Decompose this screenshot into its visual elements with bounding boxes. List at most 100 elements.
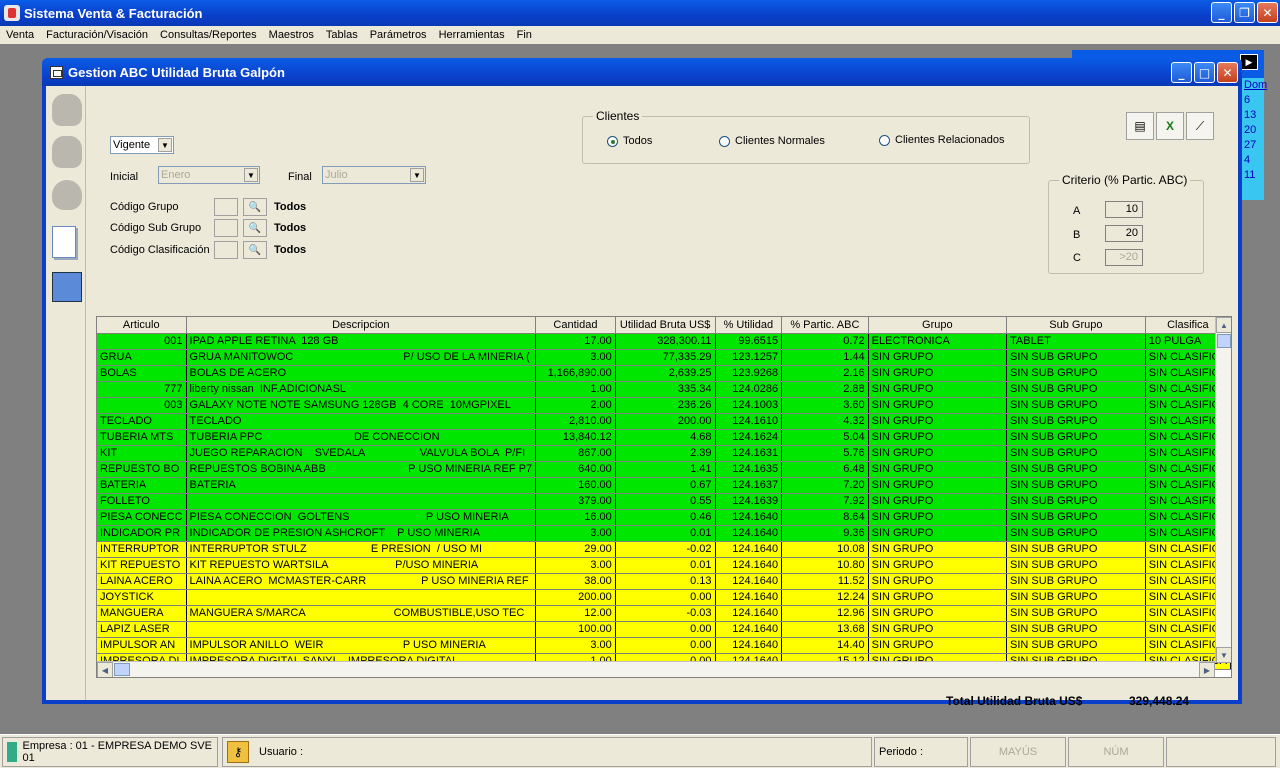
cell-utilidad[interactable]: 0.00 [615,637,716,654]
column-header[interactable]: Cantidad [535,317,616,334]
cell-descripcion[interactable]: GRUA MANITOWOC P/ USO DE LA MINERIA ( [186,349,537,366]
cell-articulo[interactable]: 001 [97,333,187,350]
cell-articulo[interactable]: 003 [97,397,187,414]
cell-subgrupo[interactable]: SIN SUB GRUPO [1006,413,1146,430]
chevron-down-icon[interactable]: ▼ [410,168,424,182]
cell-cantidad[interactable]: 16.00 [535,509,616,526]
table-row[interactable]: JOYSTICK 200.00 0.00 124.1640 12.24 SIN GRUPO… [97,589,1231,606]
table-row[interactable]: 001 IPAD APPLE RETINA 128 GB 17.00 328,300.… [97,333,1231,350]
table-row[interactable]: INTERRUPTOR INTERRUPTOR STULZ E PRESION /… [97,541,1231,558]
cell-articulo[interactable]: TUBERIA MTS [97,429,187,446]
codigo-clasif-input[interactable] [214,241,238,259]
menu-consultas[interactable]: Consultas/Reportes [154,29,263,41]
cell-pct_abc[interactable]: 5.76 [781,445,869,462]
cell-cantidad[interactable]: 3.00 [535,525,616,542]
calendar-next-icon[interactable]: ▶ [1240,54,1258,70]
cell-descripcion[interactable] [186,589,537,606]
cell-grupo[interactable]: SIN GRUPO [868,397,1008,414]
cell-pct_util[interactable]: 124.1640 [715,589,783,606]
calendar-day[interactable]: 13 [1244,108,1264,123]
cell-pct_util[interactable]: 124.1610 [715,413,783,430]
cell-articulo[interactable]: 777 [97,381,187,398]
cell-pct_abc[interactable]: 9.36 [781,525,869,542]
table-row[interactable]: LAPIZ LASER 100.00 0.00 124.1640 13.68 SIN GR… [97,621,1231,638]
cell-descripcion[interactable]: INTERRUPTOR STULZ E PRESION / USO MI [186,541,537,558]
cell-articulo[interactable]: LAINA ACERO [97,573,187,590]
radio-clientes-relacionados[interactable]: Clientes Relacionados [879,134,1004,146]
cell-cantidad[interactable]: 100.00 [535,621,616,638]
cell-cantidad[interactable]: 17.00 [535,333,616,350]
cell-utilidad[interactable]: 0.00 [615,621,716,638]
column-header[interactable]: Utilidad Bruta US$ [615,317,716,334]
cell-subgrupo[interactable]: SIN SUB GRUPO [1006,557,1146,574]
cell-articulo[interactable]: FOLLETO [97,493,187,510]
radio-circle[interactable] [879,134,890,146]
cell-descripcion[interactable]: PIESA CONECCION GOLTENS P USO MINERIA [186,509,537,526]
chevron-down-icon[interactable]: ▼ [158,138,172,152]
radio-clientes-normales[interactable]: Clientes Normales [719,135,825,147]
cell-grupo[interactable]: SIN GRUPO [868,365,1008,382]
menu-venta[interactable]: Venta [0,29,40,41]
cell-pct_util[interactable]: 124.1635 [715,461,783,478]
cell-utilidad[interactable]: 0.67 [615,477,716,494]
cell-articulo[interactable]: LAPIZ LASER [97,621,187,638]
cell-pct_abc[interactable]: 10.80 [781,557,869,574]
cell-pct_util[interactable]: 123.1257 [715,349,783,366]
radio-circle[interactable] [719,135,730,147]
dialog-close-button[interactable]: ✕ [1217,62,1238,83]
binoculars-icon[interactable]: 🔍 [243,241,267,259]
grid-vertical-scrollbar[interactable]: ▲ ▼ [1215,317,1231,663]
cell-pct_abc[interactable]: 3.60 [781,397,869,414]
menu-facturacion[interactable]: Facturación/Visación [40,29,154,41]
column-header[interactable]: Descripcion [186,317,537,334]
cell-descripcion[interactable]: BATERIA [186,477,537,494]
table-row[interactable]: 777 liberty nissan INF.ADICIONASL 1.00 335.… [97,381,1231,398]
cell-descripcion[interactable]: MANGUERA S/MARCA COMBUSTIBLE,USO TEC [186,605,537,622]
dialog-maximize-button[interactable]: □ [1194,62,1215,83]
cell-descripcion[interactable]: IMPULSOR ANILLO WEIR P USO MINERIA [186,637,537,654]
table-row[interactable]: MANGUERA MANGUERA S/MARCA COMBUSTIBLE,USO… [97,605,1231,622]
cell-grupo[interactable]: SIN GRUPO [868,509,1008,526]
scroll-thumb[interactable] [1217,334,1231,348]
cell-subgrupo[interactable]: TABLET [1006,333,1146,350]
criterio-b-input[interactable]: 20 [1105,225,1143,242]
cell-pct_util[interactable]: 124.1640 [715,509,783,526]
cell-subgrupo[interactable]: SIN SUB GRUPO [1006,589,1146,606]
cell-pct_util[interactable]: 124.1003 [715,397,783,414]
minimize-button[interactable]: _ [1211,2,1232,23]
cell-cantidad[interactable]: 640.00 [535,461,616,478]
cell-utilidad[interactable]: -0.03 [615,605,716,622]
restore-button[interactable]: ❐ [1234,2,1255,23]
dialog-minimize-button[interactable]: _ [1171,62,1192,83]
cell-grupo[interactable]: ELECTRONICA [868,333,1008,350]
cell-grupo[interactable]: SIN GRUPO [868,621,1008,638]
cell-pct_abc[interactable]: 13.68 [781,621,869,638]
cell-pct_util[interactable]: 124.1639 [715,493,783,510]
cell-cantidad[interactable]: 1.00 [535,381,616,398]
cell-utilidad[interactable]: 236.26 [615,397,716,414]
cell-descripcion[interactable] [186,621,537,638]
table-row[interactable]: REPUESTO BO REPUESTOS BOBINA ABB P USO MI… [97,461,1231,478]
table-row[interactable]: TECLADO TECLADO 2,810.00 200.00 124.1610 4.32… [97,413,1231,430]
table-row[interactable]: TUBERIA MTS TUBERIA PPC DE CONECCION 13,84… [97,429,1231,446]
cell-cantidad[interactable]: 1,166,890.00 [535,365,616,382]
cell-pct_abc[interactable]: 7.92 [781,493,869,510]
final-select[interactable]: Julio ▼ [322,166,426,184]
scroll-down-icon[interactable]: ▼ [1216,647,1231,663]
report-icon[interactable]: ▤ [1126,112,1154,140]
cell-cantidad[interactable]: 12.00 [535,605,616,622]
cell-cantidad[interactable]: 3.00 [535,637,616,654]
cell-subgrupo[interactable]: SIN SUB GRUPO [1006,637,1146,654]
cell-pct_abc[interactable]: 7.20 [781,477,869,494]
cell-cantidad[interactable]: 379.00 [535,493,616,510]
cell-cantidad[interactable]: 38.00 [535,573,616,590]
cell-pct_util[interactable]: 124.1640 [715,637,783,654]
radio-circle[interactable] [607,135,618,147]
cell-descripcion[interactable]: liberty nissan INF.ADICIONASL [186,381,537,398]
column-header[interactable]: % Utilidad [715,317,783,334]
cell-utilidad[interactable]: 335.34 [615,381,716,398]
cell-utilidad[interactable]: 0.13 [615,573,716,590]
cell-pct_abc[interactable]: 14.40 [781,637,869,654]
cell-cantidad[interactable]: 29.00 [535,541,616,558]
cell-pct_util[interactable]: 124.1631 [715,445,783,462]
